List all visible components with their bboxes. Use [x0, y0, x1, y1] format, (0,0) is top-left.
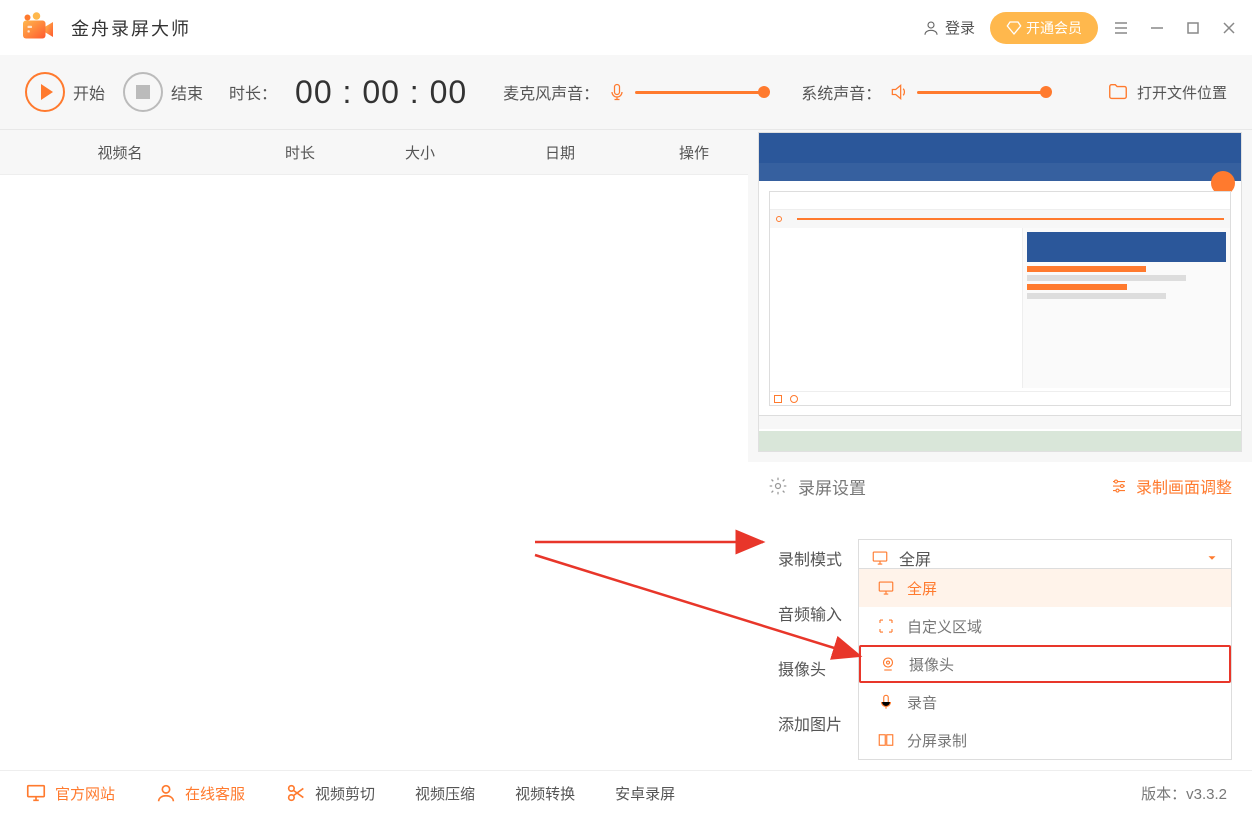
login-link[interactable]: 登录: [922, 17, 975, 38]
dd-region[interactable]: 自定义区域: [859, 607, 1231, 645]
timer-display: 00 : 00 : 00: [295, 74, 467, 111]
dd-fullscreen[interactable]: 全屏: [859, 569, 1231, 607]
caret-down-icon: [1205, 551, 1219, 565]
scissors-icon: [285, 782, 307, 804]
footer-cut[interactable]: 视频剪切: [285, 782, 375, 804]
start-button[interactable]: [25, 72, 65, 112]
crop-icon: [877, 617, 895, 635]
menu-icon[interactable]: [1113, 20, 1129, 36]
col-date: 日期: [480, 142, 640, 163]
app-logo-icon: [20, 10, 56, 46]
sys-slider[interactable]: [917, 91, 1047, 94]
col-action: 操作: [640, 142, 748, 163]
footer-website[interactable]: 官方网站: [25, 782, 115, 804]
open-folder-button[interactable]: 打开文件位置: [1107, 81, 1227, 103]
speaker-icon[interactable]: [889, 82, 909, 102]
settings-bar: 录屏设置 录制画面调整: [748, 462, 1252, 510]
footer-android[interactable]: 安卓录屏: [615, 783, 675, 804]
monitor-icon: [25, 782, 47, 804]
vip-button[interactable]: 开通会员: [990, 12, 1098, 44]
addimg-label: 添加图片: [778, 711, 858, 735]
col-duration: 时长: [240, 142, 360, 163]
headset-icon: [155, 782, 177, 804]
start-label: 开始: [73, 80, 105, 104]
footer: 官方网站 在线客服 视频剪切 视频压缩 视频转换 安卓录屏 版本：v3.3.2: [0, 770, 1252, 815]
monitor-icon: [877, 579, 895, 597]
settings-title: 录屏设置: [798, 474, 866, 499]
maximize-icon[interactable]: [1185, 20, 1201, 36]
split-icon: [877, 731, 895, 749]
diamond-icon: [1006, 20, 1022, 36]
sliders-icon: [1110, 477, 1128, 495]
col-name: 视频名: [0, 142, 240, 163]
dd-audio[interactable]: 录音: [859, 683, 1231, 721]
col-size: 大小: [360, 142, 480, 163]
toolbar: 开始 结束 时长： 00 : 00 : 00 麦克风声音： 系统声音： 打开文件…: [0, 55, 1252, 130]
minimize-icon[interactable]: [1149, 20, 1165, 36]
footer-support[interactable]: 在线客服: [155, 782, 245, 804]
title-bar: 金舟录屏大师 登录 开通会员: [0, 0, 1252, 55]
camera-label: 摄像头: [778, 656, 858, 680]
right-pane: 录屏设置 录制画面调整 录制模式 全屏: [748, 130, 1252, 770]
mic-slider[interactable]: [635, 91, 765, 94]
mic-icon[interactable]: [607, 82, 627, 102]
user-icon: [922, 19, 940, 37]
stop-icon: [136, 85, 150, 99]
adjust-button[interactable]: 录制画面调整: [1110, 474, 1232, 498]
mode-dropdown: 全屏 自定义区域 摄像头 录音 分屏录制: [858, 568, 1232, 760]
version: 版本：v3.3.2: [1141, 783, 1227, 804]
table-header: 视频名 时长 大小 日期 操作: [0, 130, 748, 175]
close-icon[interactable]: [1221, 20, 1237, 36]
play-icon: [41, 84, 53, 100]
footer-compress[interactable]: 视频压缩: [415, 783, 475, 804]
main: 视频名 时长 大小 日期 操作: [0, 130, 1252, 770]
mic-label: 麦克风声音：: [503, 80, 599, 104]
duration-label: 时长：: [229, 80, 277, 104]
folder-icon: [1107, 81, 1129, 103]
gear-icon: [768, 476, 788, 496]
dd-camera[interactable]: 摄像头: [859, 645, 1231, 683]
mode-label: 录制模式: [778, 546, 858, 570]
recording-list: 视频名 时长 大小 日期 操作: [0, 130, 748, 770]
audio-input-label: 音频输入: [778, 601, 858, 625]
preview-area: [758, 132, 1242, 452]
settings-panel: 录制模式 全屏 全屏 自定义区域: [748, 510, 1252, 770]
stop-label: 结束: [171, 80, 203, 104]
footer-convert[interactable]: 视频转换: [515, 783, 575, 804]
app-title: 金舟录屏大师: [71, 15, 191, 41]
sys-audio-label: 系统声音：: [801, 80, 881, 104]
stop-button[interactable]: [123, 72, 163, 112]
mic-icon: [877, 693, 895, 711]
dd-split[interactable]: 分屏录制: [859, 721, 1231, 759]
monitor-icon: [871, 549, 889, 567]
webcam-icon: [879, 655, 897, 673]
